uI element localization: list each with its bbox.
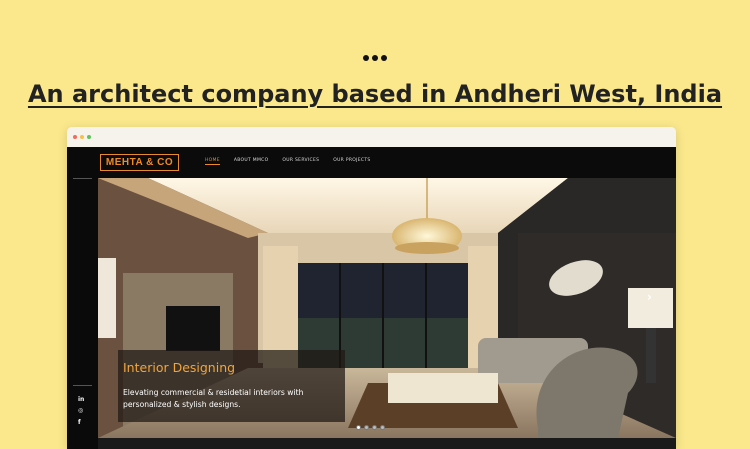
site-logo[interactable]: MEHTA & CO <box>100 154 179 171</box>
social-sidebar: in ◎ f <box>67 147 98 449</box>
browser-window: in ◎ f MEHTA & CO HOME ABOUT MMCO OUR SE… <box>67 127 676 449</box>
sidebar-divider <box>73 178 92 179</box>
hero-caption: Interior Designing Elevating commercial … <box>118 350 345 422</box>
page-title: An architect company based in Andheri We… <box>27 80 723 108</box>
carousel-dot[interactable] <box>380 425 385 430</box>
sidebar-divider <box>73 385 92 386</box>
nav-projects[interactable]: OUR PROJECTS <box>333 158 370 165</box>
carousel-dot[interactable] <box>364 425 369 430</box>
hero-title: Interior Designing <box>123 360 236 375</box>
browser-titlebar <box>67 127 676 147</box>
nav-about[interactable]: ABOUT MMCO <box>234 158 269 165</box>
linkedin-icon[interactable]: in <box>78 396 84 403</box>
facebook-icon[interactable]: f <box>78 419 81 426</box>
nav-services[interactable]: OUR SERVICES <box>282 158 319 165</box>
maximize-dot-icon[interactable] <box>87 135 91 139</box>
website-page: in ◎ f MEHTA & CO HOME ABOUT MMCO OUR SE… <box>67 147 676 449</box>
nav-menu: HOME ABOUT MMCO OUR SERVICES OUR PROJECT… <box>205 158 371 165</box>
hero-slider: Interior Designing Elevating commercial … <box>98 178 676 438</box>
hero-description: Elevating commercial & residetial interi… <box>123 388 304 409</box>
nav-home[interactable]: HOME <box>205 158 220 165</box>
chevron-right-icon[interactable]: › <box>647 290 652 304</box>
more-dots-icon <box>0 53 750 64</box>
carousel-indicators <box>356 425 385 430</box>
minimize-dot-icon[interactable] <box>80 135 84 139</box>
page-footer-strip <box>98 438 676 449</box>
site-navbar: MEHTA & CO HOME ABOUT MMCO OUR SERVICES … <box>98 147 676 178</box>
carousel-dot[interactable] <box>372 425 377 430</box>
close-dot-icon[interactable] <box>73 135 77 139</box>
carousel-dot[interactable] <box>356 425 361 430</box>
instagram-icon[interactable]: ◎ <box>78 407 83 414</box>
